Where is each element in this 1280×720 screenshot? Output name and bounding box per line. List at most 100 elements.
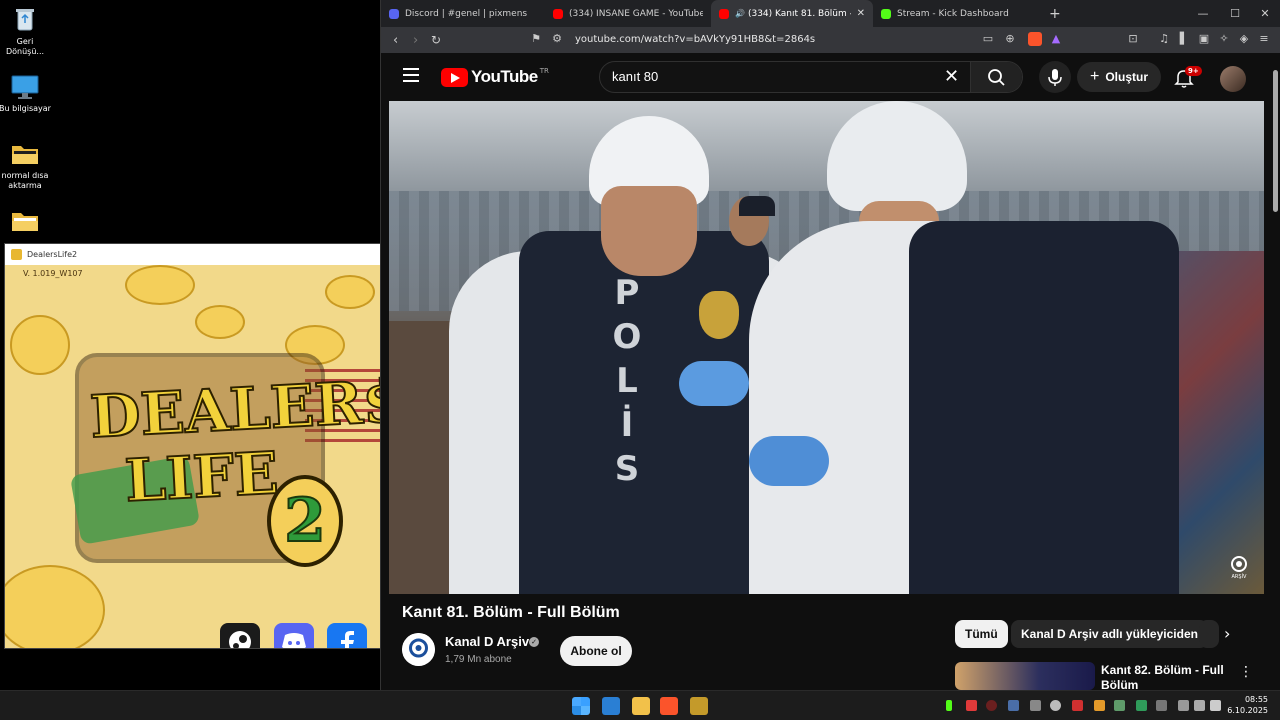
video-face-left	[601, 186, 697, 276]
site-settings-icon[interactable]: ⚙	[551, 32, 563, 46]
tray-icon[interactable]	[1072, 700, 1083, 711]
search-input[interactable]	[612, 69, 932, 84]
verified-icon: ✓	[529, 637, 539, 647]
video-player[interactable]: P O L İ S ARŞİV	[389, 101, 1264, 594]
file-explorer-icon[interactable]	[632, 697, 650, 715]
clock-date: 6.10.2025	[1227, 706, 1268, 715]
volume-icon[interactable]	[1194, 700, 1205, 711]
tray-icon[interactable]	[1030, 700, 1041, 711]
forward-button[interactable]: ›	[413, 27, 418, 53]
network-icon[interactable]	[1178, 700, 1189, 711]
tab-kick[interactable]: Stream - Kick Dashboard	[873, 0, 1041, 27]
game-window-titlebar[interactable]: DealersLife2	[5, 244, 380, 265]
steam-icon	[229, 631, 251, 648]
tray-icon[interactable]	[1094, 700, 1105, 711]
tab-discord[interactable]: Discord | #genel | pixmens	[381, 0, 545, 27]
microphone-icon	[1048, 69, 1062, 86]
tab-close-icon[interactable]: ✕	[857, 8, 865, 19]
youtube-header: YouTube TR ✕ + Oluştur 9+	[381, 53, 1271, 101]
steam-button[interactable]	[220, 623, 260, 648]
chip-more[interactable]	[1199, 620, 1219, 648]
related-video-thumbnail[interactable]	[955, 662, 1095, 690]
wallet-icon[interactable]: ▣	[1197, 32, 1211, 46]
brave-shields-icon[interactable]	[1028, 32, 1042, 46]
brave-browser-icon[interactable]	[660, 697, 678, 715]
steam-tray-icon[interactable]	[1008, 700, 1019, 711]
reload-button[interactable]: ↻	[431, 27, 441, 53]
tray-icon[interactable]	[1114, 700, 1125, 711]
search-button[interactable]	[970, 62, 1022, 92]
desktop-icon-label: Bu bilgisayar	[0, 104, 51, 113]
voice-search-button[interactable]	[1039, 61, 1071, 93]
youtube-logo[interactable]: YouTube TR	[441, 67, 549, 87]
kick-tray-icon[interactable]	[946, 700, 952, 711]
minimize-button[interactable]: —	[1187, 0, 1219, 27]
menu-icon[interactable]: ≡	[1257, 32, 1271, 46]
video-title: Kanıt 81. Bölüm - Full Bölüm	[402, 604, 620, 621]
tray-icon[interactable]	[1136, 700, 1147, 711]
kanal-d-logo-icon	[1231, 556, 1247, 572]
taskbar: 08:55 6.10.2025	[0, 690, 1280, 720]
desktop-icon-recycle-bin[interactable]: Geri Dönüşü...	[0, 6, 55, 57]
related-video-title[interactable]: Kanıt 82. Bölüm - Full Bölüm	[1101, 663, 1231, 693]
desktop-icon-folder[interactable]	[0, 207, 55, 238]
plus-icon: +	[1089, 68, 1100, 85]
tab-label: Discord | #genel | pixmens	[405, 8, 528, 19]
widgets-icon[interactable]	[602, 697, 620, 715]
video-glove	[749, 436, 829, 486]
subscriber-count: 1,79 Mn abone	[445, 654, 512, 665]
cast-icon[interactable]: ▭	[981, 32, 995, 46]
hamburger-menu-icon[interactable]	[403, 68, 419, 86]
sidebar-icon[interactable]: ▌	[1177, 32, 1191, 46]
tab-label: (334) Kanıt 81. Bölüm - Full B...	[747, 8, 851, 19]
channel-avatar[interactable]	[402, 633, 435, 666]
page-scrollbar[interactable]	[1270, 55, 1280, 690]
search-icon	[988, 69, 1005, 86]
discord-button[interactable]	[274, 623, 314, 648]
browser-window: Discord | #genel | pixmens (334) INSANE …	[380, 0, 1280, 693]
dealers-life-window[interactable]: DealersLife2 V. 1.019_W107 DEALER$ LIFE …	[4, 243, 381, 649]
search-box[interactable]: ✕	[599, 61, 1023, 93]
chip-from-uploader[interactable]: Kanal D Arşiv adlı yükleyiciden	[1011, 620, 1208, 648]
brave-rewards-icon[interactable]: ▲	[1049, 32, 1063, 46]
clear-search-icon[interactable]: ✕	[944, 66, 959, 87]
new-tab-button[interactable]: +	[1041, 0, 1071, 27]
subscribe-button[interactable]: Abone ol	[560, 636, 632, 666]
folder-icon	[10, 140, 40, 168]
desktop-icon-this-pc[interactable]: Bu bilgisayar	[0, 73, 55, 114]
tray-icon[interactable]	[1050, 700, 1061, 711]
microphone-tray-icon[interactable]	[1156, 700, 1167, 711]
close-window-button[interactable]: ✕	[1249, 0, 1280, 27]
channel-name[interactable]: Kanal D Arşiv	[445, 634, 529, 649]
tab-youtube-kanit[interactable]: 🔊 (334) Kanıt 81. Bölüm - Full B... ✕	[711, 0, 873, 27]
media-icon[interactable]: ♫	[1157, 32, 1171, 46]
url-field[interactable]: youtube.com/watch?v=bAVkYy91HB8&t=2864s	[575, 32, 815, 48]
video-vest-text: P O L İ S	[612, 273, 642, 489]
folder-icon	[10, 207, 40, 235]
record-tray-icon[interactable]	[966, 700, 977, 711]
screenshot-icon[interactable]: ⊡	[1126, 32, 1140, 46]
dealers-life-taskbar-icon[interactable]	[690, 697, 708, 715]
tab-youtube-insane-game[interactable]: (334) INSANE GAME - YouTube	[545, 0, 711, 27]
facebook-icon	[341, 631, 354, 648]
create-button[interactable]: + Oluştur	[1077, 62, 1161, 92]
system-clock[interactable]: 08:55 6.10.2025	[1227, 694, 1268, 716]
chevron-right-icon[interactable]: ›	[1224, 624, 1230, 643]
battery-icon[interactable]	[1210, 700, 1221, 711]
start-button[interactable]	[572, 697, 590, 715]
facebook-button[interactable]	[327, 623, 367, 648]
create-label: Oluştur	[1105, 70, 1148, 84]
leo-ai-icon[interactable]: ✧	[1217, 32, 1231, 46]
obs-tray-icon[interactable]	[986, 700, 997, 711]
chip-all[interactable]: Tümü	[955, 620, 1008, 648]
kanal-d-logo-icon	[402, 633, 435, 666]
account-avatar[interactable]	[1220, 66, 1246, 92]
more-options-icon[interactable]: ⋮	[1239, 664, 1253, 680]
zoom-icon[interactable]: ⊕	[1003, 32, 1017, 46]
scrollbar-thumb[interactable]	[1273, 70, 1278, 212]
vpn-icon[interactable]: ◈	[1237, 32, 1251, 46]
bookmark-icon[interactable]: ⚑	[529, 32, 543, 46]
desktop-icon-folder-export[interactable]: normal dısa aktarma	[0, 140, 55, 191]
maximize-button[interactable]: ☐	[1219, 0, 1251, 27]
back-button[interactable]: ‹	[393, 27, 398, 53]
